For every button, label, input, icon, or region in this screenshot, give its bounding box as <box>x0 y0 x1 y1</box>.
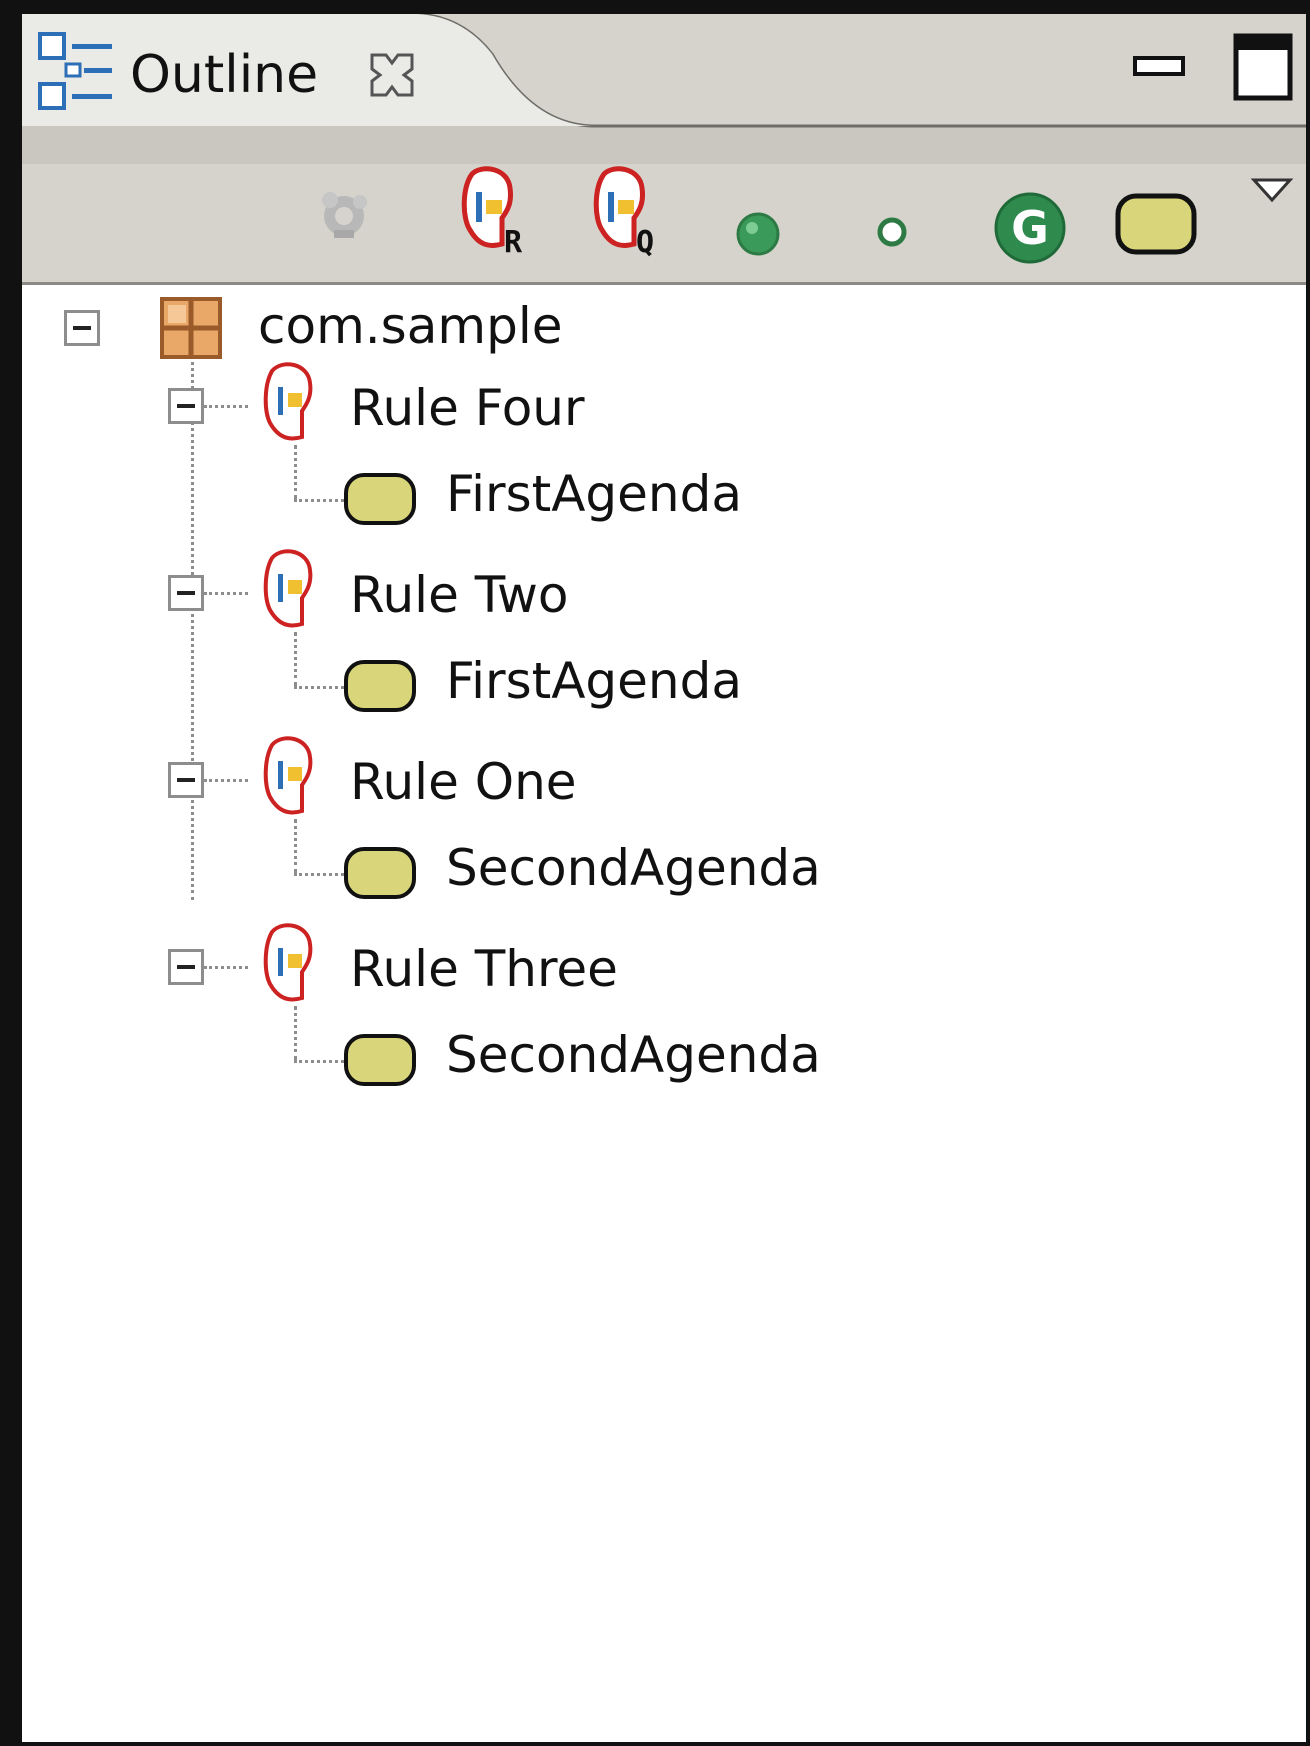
outline-view-frame: Outline R Q G com.sample Rule Four First… <box>0 0 1310 1746</box>
rule-label[interactable]: Rule Three <box>350 940 618 998</box>
close-x-icon[interactable] <box>366 49 418 101</box>
rule-collapse-toggle[interactable] <box>168 575 204 611</box>
agenda-label[interactable]: FirstAgenda <box>446 465 742 523</box>
agenda-group-icon <box>344 473 416 525</box>
outline-view: Outline R Q G com.sample Rule Four First… <box>22 14 1306 1742</box>
package-collapse-toggle[interactable] <box>64 310 100 346</box>
package-icon <box>158 295 224 361</box>
tree-connector <box>294 873 344 876</box>
agenda-label[interactable]: SecondAgenda <box>446 1026 821 1084</box>
tree-connector <box>204 405 248 408</box>
view-toolbar: R Q G <box>22 162 1306 267</box>
small-green-dot-icon[interactable] <box>874 214 910 254</box>
rule-collapse-toggle[interactable] <box>168 949 204 985</box>
agenda-label[interactable]: SecondAgenda <box>446 839 821 897</box>
green-dot-icon[interactable] <box>734 210 782 262</box>
tab-title: Outline <box>130 45 319 105</box>
agenda-label[interactable]: FirstAgenda <box>446 652 742 710</box>
tree-connector <box>294 632 297 686</box>
rule-q-icon[interactable]: Q <box>590 166 660 266</box>
rule-collapse-toggle[interactable] <box>168 388 204 424</box>
rule-icon <box>262 361 322 447</box>
tree-connector <box>294 819 297 873</box>
minimize-icon[interactable] <box>1132 36 1186 92</box>
rule-label[interactable]: Rule One <box>350 753 577 811</box>
rule-label[interactable]: Rule Four <box>350 379 585 437</box>
outline-view-icon <box>38 30 116 120</box>
maximize-icon[interactable] <box>1232 32 1294 102</box>
tree-connector <box>294 1006 297 1060</box>
tree-connector <box>204 966 248 969</box>
package-label[interactable]: com.sample <box>258 297 562 355</box>
view-header: Outline R Q G <box>22 14 1306 285</box>
tree-connector <box>294 499 344 502</box>
tree-connector <box>294 686 344 689</box>
tree-connector <box>294 1060 344 1063</box>
outline-tab[interactable]: Outline <box>38 30 418 120</box>
rule-icon <box>262 548 322 634</box>
agenda-group-icon <box>344 660 416 712</box>
svg-text:R: R <box>504 225 523 260</box>
rule-r-icon[interactable]: R <box>458 166 528 266</box>
rule-label[interactable]: Rule Two <box>350 566 568 624</box>
green-g-icon[interactable]: G <box>992 190 1068 270</box>
rule-icon <box>262 735 322 821</box>
tree-connector <box>204 779 248 782</box>
outline-tree: com.sample Rule Four FirstAgenda Rule Tw… <box>22 285 1306 1742</box>
agenda-group-icon <box>344 847 416 899</box>
tree-connector <box>294 445 297 499</box>
gear-disabled-icon[interactable] <box>312 182 376 250</box>
rule-icon <box>262 922 322 1008</box>
tree-connector <box>191 355 194 900</box>
tree-connector <box>204 592 248 595</box>
agenda-group-icon[interactable] <box>1114 192 1200 262</box>
rule-collapse-toggle[interactable] <box>168 762 204 798</box>
agenda-group-icon <box>344 1034 416 1086</box>
svg-text:Q: Q <box>636 225 654 260</box>
svg-text:G: G <box>1011 201 1049 255</box>
view-menu-chevron-icon[interactable] <box>1250 176 1294 210</box>
